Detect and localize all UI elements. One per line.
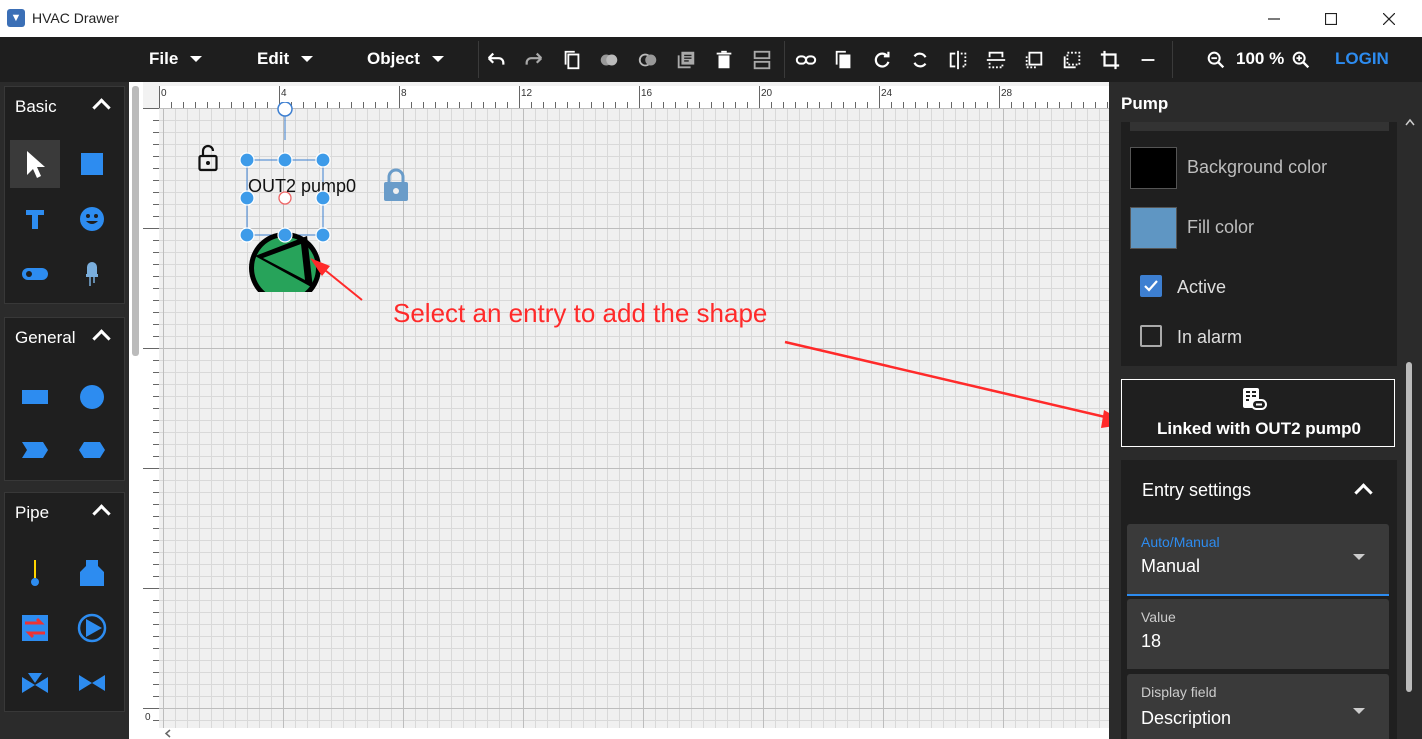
- panel-title: Pump: [1121, 94, 1169, 113]
- chevron-up-icon[interactable]: [1405, 118, 1415, 126]
- scrollbar-thumb[interactable]: [1406, 362, 1412, 692]
- active-label: Active: [1177, 277, 1227, 297]
- value-field[interactable]: Value 18: [1127, 599, 1389, 669]
- display-field-select[interactable]: Display field Description: [1127, 674, 1389, 739]
- fill-color-label: Fill color: [1187, 217, 1255, 237]
- value-label: Value: [1141, 609, 1176, 625]
- linked-entry-label: Linked with OUT2 pump0: [1156, 419, 1361, 438]
- link-entry-icon: [1243, 388, 1267, 410]
- display-field-value: Description: [1141, 708, 1232, 728]
- card-divider: [1130, 122, 1389, 131]
- chevron-down-icon: [1353, 554, 1365, 560]
- display-field-label: Display field: [1141, 684, 1217, 700]
- check-icon: [1144, 280, 1158, 292]
- auto-manual-value: Manual: [1141, 556, 1201, 576]
- in-alarm-checkbox[interactable]: [1140, 325, 1162, 347]
- active-checkbox[interactable]: [1140, 275, 1162, 297]
- background-color-swatch[interactable]: [1130, 147, 1177, 189]
- in-alarm-label: In alarm: [1177, 327, 1243, 347]
- background-color-label: Background color: [1187, 157, 1328, 177]
- fill-color-swatch[interactable]: [1130, 207, 1177, 249]
- appearance-card: Background color Fill color Active In al…: [1121, 122, 1397, 366]
- panel-scrollbar[interactable]: [1400, 82, 1422, 739]
- linked-entry-button[interactable]: Linked with OUT2 pump0: [1121, 379, 1395, 447]
- chevron-down-icon: [1353, 708, 1365, 714]
- auto-manual-label: Auto/Manual: [1141, 534, 1220, 550]
- annotation-text: Select an entry to add the shape: [393, 298, 768, 328]
- auto-manual-select[interactable]: Auto/Manual Manual: [1127, 524, 1389, 596]
- entry-settings-title: Entry settings: [1142, 480, 1252, 500]
- chevron-up-icon[interactable]: [1354, 483, 1373, 502]
- properties-panel: Pump Background color Fill color Active …: [1109, 82, 1422, 739]
- value-input[interactable]: 18: [1141, 631, 1161, 652]
